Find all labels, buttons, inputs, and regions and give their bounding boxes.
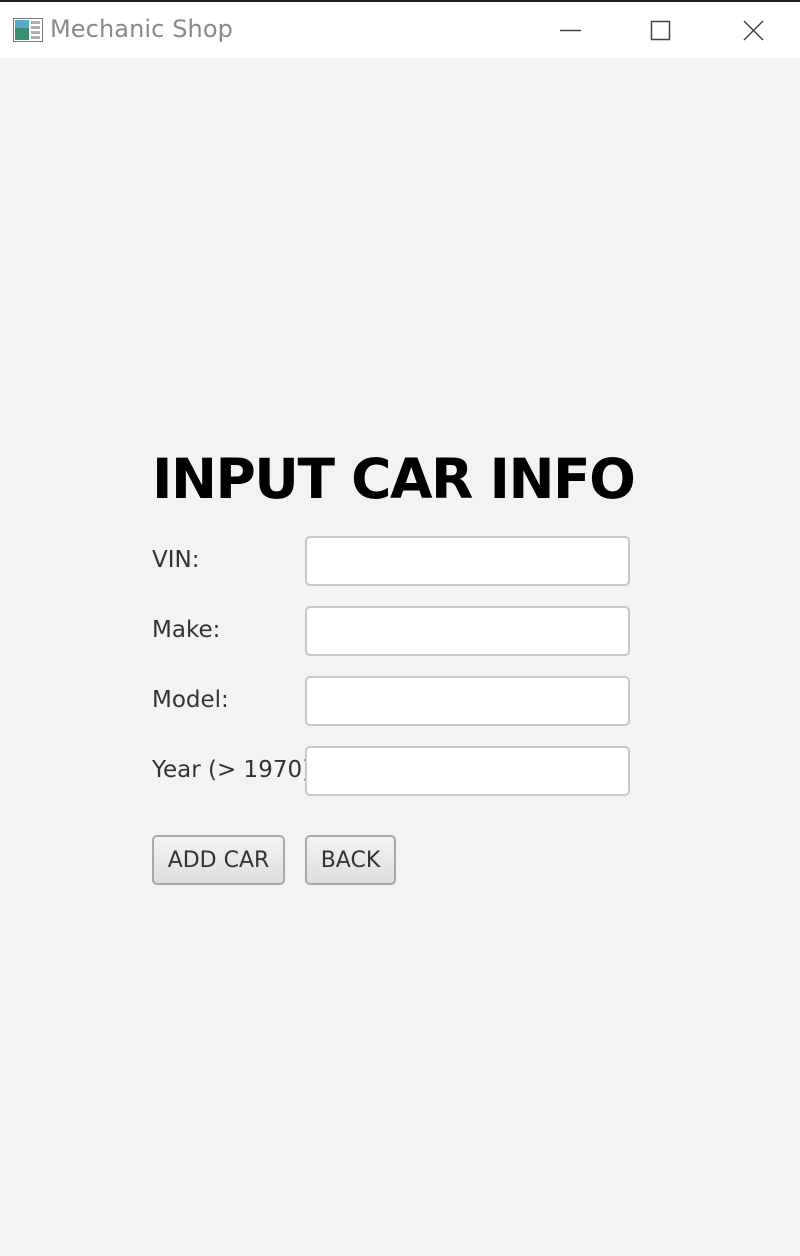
model-label: Model: <box>152 687 229 713</box>
title-bar[interactable]: Mechanic Shop <box>0 2 800 58</box>
vin-label: VIN: <box>152 547 200 573</box>
make-input[interactable] <box>305 606 630 656</box>
model-input[interactable] <box>305 676 630 726</box>
make-label: Make: <box>152 617 221 643</box>
year-input[interactable] <box>305 746 630 796</box>
page-title: INPUT CAR INFO <box>152 447 636 511</box>
maximize-button[interactable] <box>614 2 706 58</box>
minimize-button[interactable] <box>524 2 616 58</box>
vin-input[interactable] <box>305 536 630 586</box>
year-label: Year (> 1970): <box>152 757 319 783</box>
app-window-icon <box>13 18 43 42</box>
window-title: Mechanic Shop <box>50 15 233 43</box>
close-button[interactable] <box>708 2 800 58</box>
app-window: Mechanic Shop INPUT CAR INFO VIN: Make: … <box>0 0 800 1256</box>
back-button[interactable]: BACK <box>305 835 396 885</box>
add-car-button[interactable]: ADD CAR <box>152 835 285 885</box>
